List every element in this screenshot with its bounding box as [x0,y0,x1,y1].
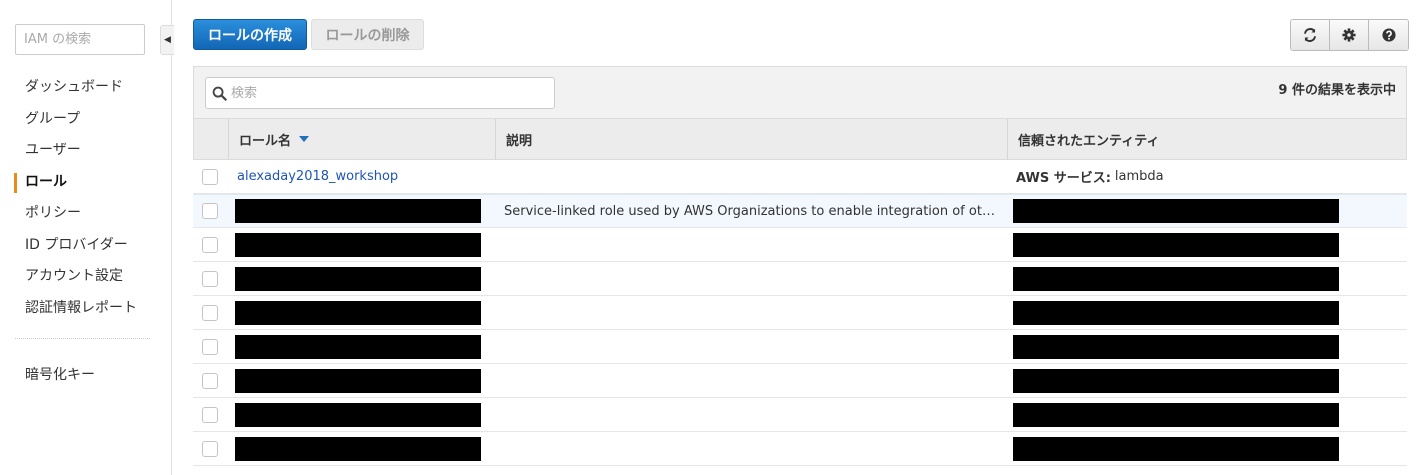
redacted-trusted-entity [1013,402,1339,427]
roles-table-panel: 9 件の結果を表示中 ロール名 説明 信頼されたエンティティ alexaday2… [193,66,1407,475]
row-checkbox[interactable] [202,270,218,287]
delete-role-button: ロールの削除 [311,19,424,50]
sidebar-item-encryption-keys[interactable]: 暗号化キー [0,362,95,388]
redacted-trusted-entity [1013,334,1339,359]
sidebar-divider [15,338,150,339]
column-header-label: 説明 [506,133,533,149]
redacted-trusted-entity [1013,368,1339,393]
row-checkbox[interactable] [202,168,218,185]
sidebar-item-dashboard[interactable]: ダッシュボード [0,74,172,106]
table-body: alexaday2018_workshop AWS サービス: lambda S… [193,160,1407,466]
header-checkbox-cell [194,119,228,159]
redacted-trusted-entity [1013,266,1339,291]
column-header-role-name[interactable]: ロール名 [228,119,495,159]
role-name-link[interactable]: alexaday2018_workshop [237,169,398,184]
column-header-trusted-entity[interactable]: 信頼されたエンティティ [1007,119,1406,159]
row-checkbox[interactable] [202,236,218,253]
role-description: Service-linked role used by AWS Organiza… [504,203,999,219]
sidebar-item-identity-providers[interactable]: ID プロバイダー [0,232,172,264]
redacted-trusted-entity [1013,232,1339,257]
table-row[interactable]: alexaday2018_workshop AWS サービス: lambda [193,160,1407,194]
column-header-description[interactable]: 説明 [495,119,1007,159]
row-checkbox[interactable] [202,440,218,457]
redacted-trusted-entity [1013,199,1339,223]
sidebar-collapse-icon[interactable]: ◀ [160,25,174,55]
redacted-role-name [235,199,481,223]
redacted-role-name [235,300,481,325]
row-checkbox[interactable] [202,338,218,355]
table-row[interactable] [193,364,1407,398]
sidebar: ダッシュボード グループ ユーザー ロール ポリシー ID プロバイダー アカウ… [0,0,172,475]
gear-icon[interactable] [1330,20,1369,50]
table-row[interactable] [193,330,1407,364]
sidebar-item-account-settings[interactable]: アカウント設定 [0,263,172,295]
column-header-label: ロール名 [239,133,292,149]
toolbar-icon-group [1290,19,1409,51]
search-icon [212,86,227,101]
row-checkbox[interactable] [202,203,218,219]
table-search-box[interactable] [205,77,555,109]
row-checkbox[interactable] [202,304,218,321]
sidebar-secondary-nav: 暗号化キー [0,362,95,388]
table-toolbar: 9 件の結果を表示中 [193,66,1407,118]
refresh-icon[interactable] [1291,20,1330,50]
table-row[interactable] [193,262,1407,296]
sidebar-item-roles[interactable]: ロール [0,169,172,201]
table-row[interactable] [193,296,1407,330]
redacted-role-name [235,266,481,291]
table-row[interactable] [193,228,1407,262]
sidebar-item-credential-report[interactable]: 認証情報レポート [0,295,172,327]
sidebar-item-users[interactable]: ユーザー [0,137,172,169]
table-header: ロール名 説明 信頼されたエンティティ [193,118,1407,160]
column-header-label: 信頼されたエンティティ [1018,133,1160,149]
table-search-input[interactable] [231,85,531,101]
trusted-entity-label: AWS サービス: [1016,171,1111,186]
redacted-role-name [235,232,481,257]
redacted-role-name [235,402,481,427]
redacted-role-name [235,368,481,393]
result-count: 9 件の結果を表示中 [1278,83,1396,98]
help-icon[interactable] [1369,20,1408,50]
sidebar-nav: ダッシュボード グループ ユーザー ロール ポリシー ID プロバイダー アカウ… [0,74,172,326]
create-role-button[interactable]: ロールの作成 [193,19,307,50]
redacted-trusted-entity [1013,300,1339,325]
sidebar-item-groups[interactable]: グループ [0,106,172,138]
row-checkbox[interactable] [202,372,218,389]
table-row[interactable]: Service-linked role used by AWS Organiza… [193,194,1407,228]
sort-desc-icon [299,136,310,142]
sidebar-search-input[interactable] [15,24,145,55]
row-checkbox[interactable] [202,406,218,423]
redacted-role-name [235,436,481,461]
redacted-trusted-entity [1013,436,1339,461]
redacted-role-name [235,334,481,359]
sidebar-item-policies[interactable]: ポリシー [0,200,172,232]
table-row[interactable] [193,432,1407,466]
trusted-entity-value: lambda [1114,169,1164,184]
table-row[interactable] [193,398,1407,432]
